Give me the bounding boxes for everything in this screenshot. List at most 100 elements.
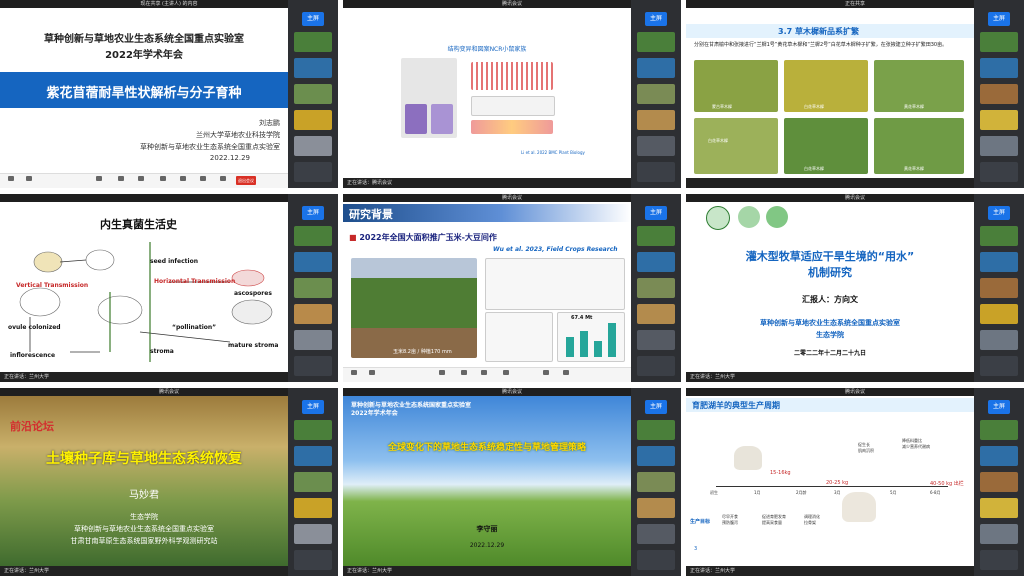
- video-tile-2[interactable]: 腾讯会议 结构变异和図案NCR小鼠家族 Li et al. 2022 BMC P…: [343, 0, 681, 188]
- participant-thumb[interactable]: [637, 58, 675, 78]
- security-icon[interactable]: [118, 176, 124, 181]
- main-screen-button[interactable]: 主屏: [645, 12, 667, 26]
- participant-thumb[interactable]: [294, 252, 332, 272]
- main-screen-button[interactable]: 主屏: [302, 12, 324, 26]
- speaking-bar: [686, 178, 974, 188]
- participant-thumb[interactable]: [980, 550, 1018, 570]
- participant-thumb[interactable]: [980, 58, 1018, 78]
- leave-meeting-button[interactable]: 退出会议: [236, 176, 256, 185]
- main-screen-button[interactable]: 主屏: [302, 206, 324, 220]
- participant-thumb[interactable]: [637, 472, 675, 492]
- participant-thumb[interactable]: [980, 524, 1018, 544]
- scatter-panel: [485, 312, 553, 362]
- participant-thumb[interactable]: [980, 162, 1018, 182]
- participant-thumb[interactable]: [294, 446, 332, 466]
- participant-thumb[interactable]: [294, 524, 332, 544]
- participant-thumb[interactable]: [294, 304, 332, 324]
- participant-thumb[interactable]: [980, 278, 1018, 298]
- participant-thumb[interactable]: [980, 136, 1018, 156]
- chat-icon[interactable]: [503, 370, 509, 375]
- settings-icon[interactable]: [563, 370, 569, 375]
- camera-icon[interactable]: [369, 370, 375, 375]
- participant-thumb[interactable]: [637, 550, 675, 570]
- mic-icon[interactable]: [8, 176, 14, 181]
- speaker-name: 刘志鹏: [259, 119, 280, 127]
- participant-thumb[interactable]: [294, 136, 332, 156]
- participant-thumb[interactable]: [294, 420, 332, 440]
- participant-thumb[interactable]: [637, 278, 675, 298]
- participant-thumb[interactable]: [294, 32, 332, 52]
- participant-thumb[interactable]: [637, 524, 675, 544]
- participant-thumb[interactable]: [637, 32, 675, 52]
- participant-thumb[interactable]: [980, 472, 1018, 492]
- video-tile-8[interactable]: 腾讯会议 草种创新与草地农业生态系统国家重点实验室 2022年学术年会 全球变化…: [343, 388, 681, 576]
- security-icon[interactable]: [461, 370, 467, 375]
- main-screen-button[interactable]: 主屏: [988, 12, 1010, 26]
- participant-thumb[interactable]: [637, 304, 675, 324]
- camera-icon[interactable]: [26, 176, 32, 181]
- participant-thumb[interactable]: [637, 446, 675, 466]
- participant-thumb[interactable]: [980, 226, 1018, 246]
- video-tile-6[interactable]: 腾讯会议 灌木型牧草适应干旱生境的“用水” 机制研究 汇报人：方向文 草种创新与…: [686, 194, 1024, 382]
- participant-thumb[interactable]: [980, 110, 1018, 130]
- participant-thumb[interactable]: [637, 136, 675, 156]
- participant-thumb[interactable]: [980, 330, 1018, 350]
- participant-thumb[interactable]: [637, 252, 675, 272]
- participant-thumb[interactable]: [294, 162, 332, 182]
- participant-thumb[interactable]: [980, 84, 1018, 104]
- participant-thumb[interactable]: [637, 356, 675, 376]
- members-icon[interactable]: [138, 176, 144, 181]
- participant-thumb[interactable]: [980, 252, 1018, 272]
- mic-icon[interactable]: [351, 370, 357, 375]
- video-tile-3[interactable]: 正在共享 3.7 草木樨新品系扩繁 分别在甘肃榆中和张掖进行“兰樨1号”黄花草木…: [686, 0, 1024, 188]
- apps-icon[interactable]: [180, 176, 186, 181]
- participant-thumb[interactable]: [294, 356, 332, 376]
- speaking-bar: 正在讲话：兰州大学: [0, 566, 288, 576]
- main-screen-button[interactable]: 主屏: [988, 400, 1010, 414]
- main-screen-button[interactable]: 主屏: [302, 400, 324, 414]
- record-icon[interactable]: [543, 370, 549, 375]
- video-tile-7[interactable]: 腾讯会议 前沿论坛 土壤种子库与草地生态系统恢复 马妙君 生态学院 草种创新与草…: [0, 388, 338, 576]
- participant-thumb[interactable]: [980, 32, 1018, 52]
- participant-thumb[interactable]: [294, 278, 332, 298]
- participant-thumb[interactable]: [294, 550, 332, 570]
- video-tile-5[interactable]: 腾讯会议 研究背景 ■ 2022年全国大面积推广玉米-大豆间作 Wu et al…: [343, 194, 681, 382]
- participant-thumb[interactable]: [980, 356, 1018, 376]
- main-screen-button[interactable]: 主屏: [988, 206, 1010, 220]
- participant-thumb[interactable]: [294, 226, 332, 246]
- participant-thumb[interactable]: [637, 162, 675, 182]
- record-icon[interactable]: [200, 176, 206, 181]
- chat-icon[interactable]: [160, 176, 166, 181]
- participant-thumb[interactable]: [637, 420, 675, 440]
- participant-thumb[interactable]: [637, 330, 675, 350]
- share-icon[interactable]: [439, 370, 445, 375]
- participant-thumb[interactable]: [294, 330, 332, 350]
- participant-thumb[interactable]: [637, 226, 675, 246]
- participant-thumb[interactable]: [980, 498, 1018, 518]
- stage-label: 2月龄: [796, 490, 807, 495]
- lab-name: 草种创新与草地农业生态系统全国重点实验室: [760, 319, 900, 327]
- citation: Li et al. 2022 BMC Plant Biology: [521, 150, 585, 155]
- settings-icon[interactable]: [220, 176, 226, 181]
- participant-thumb[interactable]: [294, 110, 332, 130]
- date: 二零二二年十二月二十九日: [793, 350, 866, 357]
- participant-thumb[interactable]: [980, 446, 1018, 466]
- participant-thumb[interactable]: [294, 84, 332, 104]
- participant-thumb[interactable]: [637, 110, 675, 130]
- video-tile-4[interactable]: 内生真菌生活史 seed infection Vertical Transmis…: [0, 194, 338, 382]
- participant-thumb[interactable]: [637, 84, 675, 104]
- participant-thumb[interactable]: [294, 498, 332, 518]
- main-screen-button[interactable]: 主屏: [645, 400, 667, 414]
- main-screen-button[interactable]: 主屏: [645, 206, 667, 220]
- participant-thumb[interactable]: [980, 420, 1018, 440]
- participant-thumb[interactable]: [980, 304, 1018, 324]
- video-tile-1[interactable]: 现在共享 (主讲人) 的内容 草种创新与草地农业生态系统全国重点实验室 2022…: [0, 0, 338, 188]
- goal-3: 调理消化 拉骨架: [804, 514, 820, 525]
- participant-thumb[interactable]: [637, 498, 675, 518]
- video-tile-9[interactable]: 腾讯会议 育肥湖羊的典型生产周期 15-16kg 20-25 kg 40-50 …: [686, 388, 1024, 576]
- participant-thumb[interactable]: [294, 58, 332, 78]
- members-icon[interactable]: [481, 370, 487, 375]
- participant-thumb[interactable]: [294, 472, 332, 492]
- share-icon[interactable]: [96, 176, 102, 181]
- header-year: 2022年学术年会: [351, 410, 398, 417]
